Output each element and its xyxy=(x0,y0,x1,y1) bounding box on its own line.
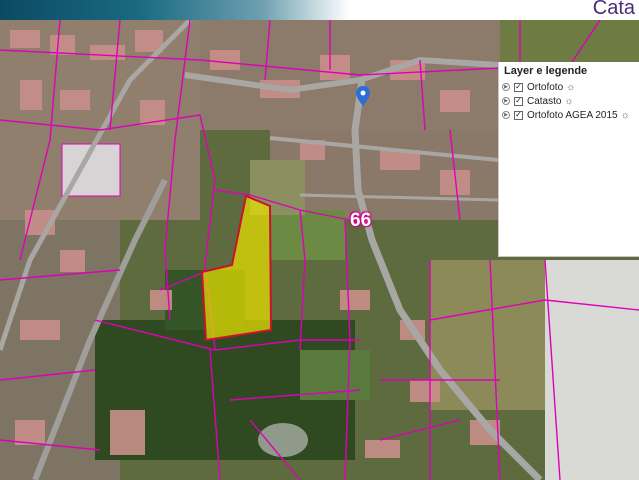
header-bar: Cata xyxy=(0,0,639,20)
layer-item-ortofoto[interactable]: ▶ ✓ Ortofoto ☼ xyxy=(499,80,639,94)
expand-icon[interactable]: ▶ xyxy=(502,83,510,91)
layer-panel-title: Layer e legende xyxy=(504,65,588,77)
layer-checkbox[interactable]: ✓ xyxy=(514,110,523,120)
layer-item-ortofoto-agea-2015[interactable]: ▶ ✓ Ortofoto AGEA 2015 ☼ xyxy=(499,108,639,122)
layer-label: Ortofoto xyxy=(527,81,564,93)
map-pin-icon[interactable] xyxy=(356,86,370,106)
header-banner xyxy=(0,0,350,20)
sun-icon[interactable]: ☼ xyxy=(621,110,630,121)
route-number-label: 66 xyxy=(350,210,372,231)
layer-checkbox[interactable]: ✓ xyxy=(514,82,523,92)
layer-label: Catasto xyxy=(527,95,562,107)
layer-legend-panel: Layer e legende ▶ ✓ Ortofoto ☼ ▶ ✓ Catas… xyxy=(498,62,639,257)
sun-icon[interactable]: ☼ xyxy=(564,96,573,107)
expand-icon[interactable]: ▶ xyxy=(502,111,510,119)
layer-item-catasto[interactable]: ▶ ✓ Catasto ☼ xyxy=(499,94,639,108)
layer-checkbox[interactable]: ✓ xyxy=(514,96,523,106)
sun-icon[interactable]: ☼ xyxy=(566,82,575,93)
brand-title: Cata xyxy=(592,0,635,19)
expand-icon[interactable]: ▶ xyxy=(502,97,510,105)
layer-label: Ortofoto AGEA 2015 xyxy=(527,109,618,121)
map-viewer: Cata 66 Layer e legende ▶ ✓ Ortofoto ☼ ▶… xyxy=(0,0,639,480)
